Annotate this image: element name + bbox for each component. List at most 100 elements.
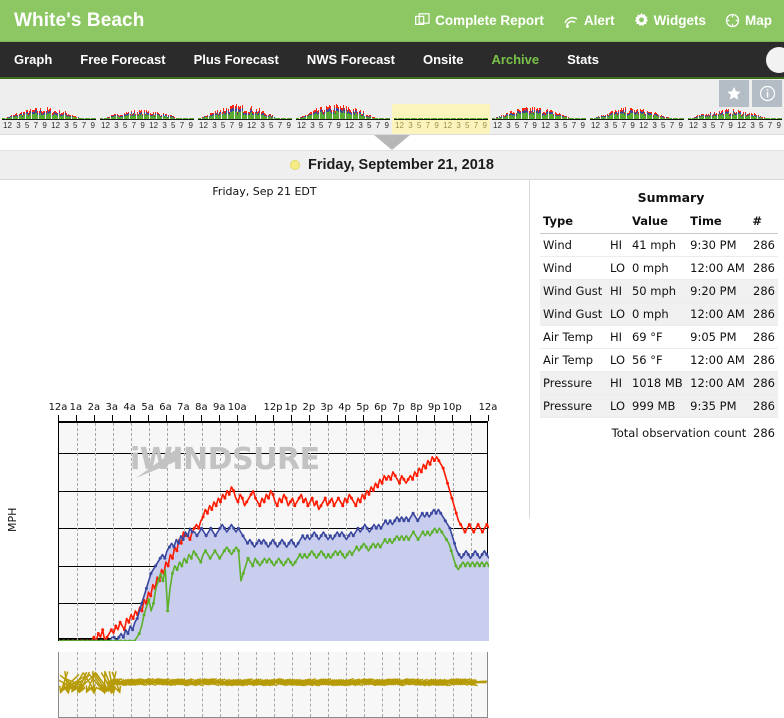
hour-tick: 9 bbox=[238, 121, 243, 130]
nav-item-archive[interactable]: Archive bbox=[477, 52, 553, 67]
selected-date-bar[interactable]: Friday, September 21, 2018 bbox=[0, 150, 784, 180]
wind-chart-panel: Friday, Sep 21 EDT MPH 12a 1a 2a 3a 4a 5a 6a 7a… bbox=[0, 180, 530, 718]
chart-data-point bbox=[393, 519, 397, 523]
archive-day-block[interactable]: 12 3 5 7 9 12 3 5 7 9 bbox=[0, 104, 98, 134]
hour-tick: 7 bbox=[277, 121, 283, 130]
summary-cell-value: 50 mph bbox=[628, 279, 688, 303]
chart-x-tick-label: 5p bbox=[356, 402, 369, 413]
user-avatar[interactable] bbox=[766, 46, 784, 73]
chart-data-point bbox=[269, 541, 273, 545]
archive-day-block[interactable]: 12 3 5 7 9 12 3 5 7 9 bbox=[294, 104, 392, 134]
chart-data-point bbox=[419, 470, 423, 474]
hour-tick: 12 bbox=[395, 121, 404, 130]
summary-cell-time: 12:00 AM bbox=[687, 256, 750, 280]
summary-cell-type: Pressure bbox=[540, 394, 607, 418]
chart-data-point bbox=[443, 519, 447, 523]
chart-data-point bbox=[131, 616, 135, 620]
chart-data-point bbox=[310, 534, 314, 538]
chart-data-point bbox=[301, 500, 305, 504]
chart-data-point bbox=[439, 511, 443, 515]
chart-data-point bbox=[310, 496, 314, 500]
hour-tick: 3 bbox=[554, 121, 559, 130]
chart-data-point bbox=[167, 545, 171, 549]
chart-data-point bbox=[441, 466, 445, 470]
archive-day-block[interactable]: 12 3 5 7 9 12 3 5 7 9 bbox=[588, 104, 686, 134]
chart-data-point bbox=[361, 526, 365, 530]
chart-data-point bbox=[459, 522, 463, 526]
hour-tick: 3 bbox=[750, 121, 755, 130]
widgets-button[interactable]: Widgets bbox=[634, 13, 706, 28]
chart-data-point bbox=[332, 504, 336, 508]
chart-data-point bbox=[478, 564, 482, 568]
summary-cell-count: 286 bbox=[749, 371, 778, 395]
archive-day-block[interactable]: 12 3 5 7 9 12 3 5 7 9 bbox=[98, 104, 196, 134]
selected-date-label: Friday, September 21, 2018 bbox=[308, 157, 494, 173]
hour-tick: 9 bbox=[140, 121, 145, 130]
complete-report-button[interactable]: Complete Report bbox=[415, 13, 544, 28]
archive-day-block[interactable]: 12 3 5 7 9 12 3 5 7 9 bbox=[490, 104, 588, 134]
chart-data-point bbox=[131, 628, 135, 632]
favorite-star-button[interactable] bbox=[719, 80, 749, 107]
summary-cell-type: Wind Gust bbox=[540, 279, 607, 303]
summary-cell-hilo: LO bbox=[606, 256, 629, 280]
nav-item-nws-forecast[interactable]: NWS Forecast bbox=[293, 52, 409, 67]
archive-day-block[interactable]: 12 3 5 7 9 12 3 5 7 9 bbox=[392, 104, 490, 134]
summary-cell-value: 1018 MB bbox=[628, 371, 688, 395]
hour-tick: 7 bbox=[669, 121, 675, 130]
nav-item-stats[interactable]: Stats bbox=[553, 52, 613, 67]
hour-tick: 12 bbox=[689, 121, 698, 130]
chart-x-tick-label: 8p bbox=[409, 402, 423, 413]
chart-data-point bbox=[140, 601, 144, 605]
alert-button[interactable]: Alert bbox=[563, 13, 615, 28]
chart-data-point bbox=[204, 534, 208, 538]
hour-tick: 12 bbox=[3, 121, 12, 130]
chart-data-point bbox=[434, 511, 438, 515]
summary-cell-type: Wind bbox=[540, 256, 607, 280]
hour-tick: 9 bbox=[728, 121, 733, 130]
chart-data-point bbox=[454, 564, 458, 568]
chart-data-point bbox=[270, 560, 274, 564]
summary-cell-count: 286 bbox=[749, 279, 778, 303]
hour-tick: 9 bbox=[286, 121, 291, 130]
archive-day-block[interactable]: 12 3 5 7 9 12 3 5 7 9 bbox=[196, 104, 294, 134]
site-header: White's Beach Complete Report Alert Widg… bbox=[0, 0, 784, 42]
chart-x-tick-label: 1p bbox=[284, 402, 298, 413]
nav-item-plus-forecast[interactable]: Plus Forecast bbox=[180, 52, 293, 67]
summary-cell-count: 286 bbox=[749, 233, 778, 257]
chart-data-point bbox=[149, 594, 153, 598]
chart-data-point bbox=[264, 541, 268, 545]
hour-tick: 7 bbox=[375, 121, 381, 130]
nav-item-free-forecast[interactable]: Free Forecast bbox=[66, 52, 179, 67]
map-button[interactable]: Map bbox=[725, 13, 772, 28]
day-hour-ticks: 12 3 5 7 9 12 3 5 7 9 bbox=[99, 120, 195, 131]
hour-tick: 12 bbox=[149, 121, 159, 130]
hour-tick: 9 bbox=[532, 121, 537, 130]
chart-x-tick-label: 8a bbox=[195, 402, 208, 413]
chart-data-point bbox=[444, 538, 448, 542]
chart-data-point bbox=[255, 541, 259, 545]
chart-data-point bbox=[137, 631, 141, 635]
hour-tick: 3 bbox=[702, 121, 707, 130]
chart-data-point bbox=[457, 553, 461, 557]
chart-data-point bbox=[312, 553, 316, 557]
info-button[interactable] bbox=[752, 80, 782, 107]
chart-data-point bbox=[393, 474, 397, 478]
chart-data-point bbox=[209, 526, 213, 530]
hour-tick: 7 bbox=[571, 121, 577, 130]
nav-item-graph[interactable]: Graph bbox=[0, 52, 66, 67]
chart-data-point bbox=[440, 530, 444, 534]
chart-data-point bbox=[121, 635, 125, 639]
chart-data-point bbox=[210, 507, 214, 511]
archive-day-block[interactable]: 12 3 5 7 9 12 3 5 7 9 bbox=[686, 104, 784, 134]
chart-data-point bbox=[251, 564, 255, 568]
header-actions: Complete Report Alert Widgets Map bbox=[415, 13, 774, 28]
chart-data-point bbox=[172, 545, 176, 549]
nav-item-onsite[interactable]: Onsite bbox=[409, 52, 477, 67]
chart-data-point bbox=[92, 635, 96, 639]
hour-tick: 5 bbox=[318, 121, 324, 130]
archive-day-track[interactable]: 12 3 5 7 9 12 3 5 7 9 12 3 5 7 9 12 3 5 7 9 12 3 5 7 9 12 3 5 7 9 12 3 5… bbox=[0, 104, 784, 134]
day-hour-ticks: 12 3 5 7 9 12 3 5 7 9 bbox=[197, 120, 293, 131]
summary-cell-value: 41 mph bbox=[628, 233, 688, 257]
chart-data-point bbox=[140, 609, 144, 613]
chart-data-point bbox=[237, 549, 241, 553]
